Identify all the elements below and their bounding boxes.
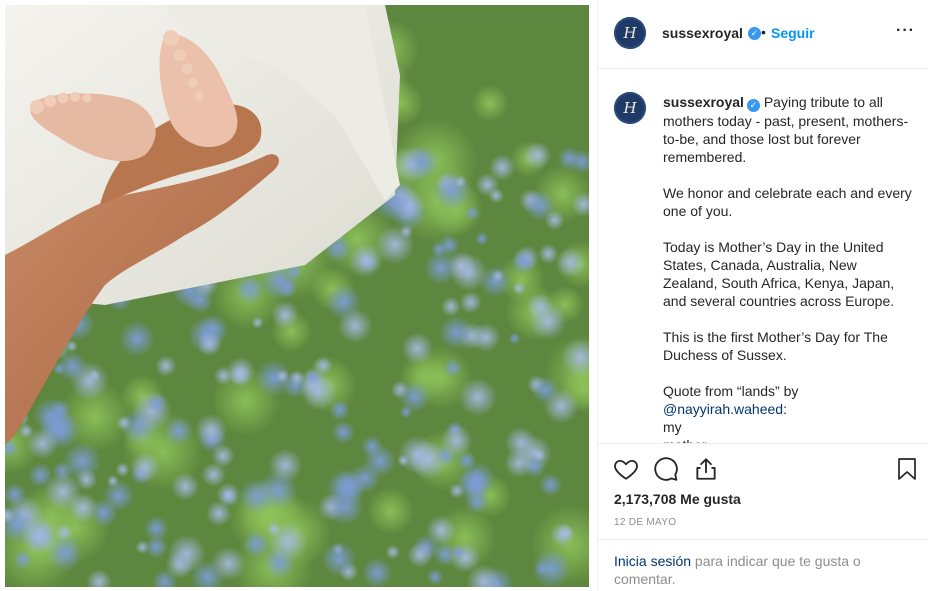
caption-colon: : xyxy=(783,400,787,417)
login-prompt: Inicia sesión para indicar que te gusta … xyxy=(598,539,928,591)
caption-verified-badge-icon: ✓ xyxy=(746,98,760,112)
post-header: H sussexroyal ✓ • Seguir ··· xyxy=(598,0,928,69)
caption-area[interactable]: H sussexroyal ✓ Paying tribute to all mot… xyxy=(598,70,928,444)
caption-paragraph-4: This is the first Mother’s Day for The D… xyxy=(663,328,888,363)
bookmark-icon[interactable] xyxy=(895,456,919,487)
verified-badge-icon: ✓ xyxy=(748,27,761,40)
caption-paragraph-3: Today is Mother’s Day in the United Stat… xyxy=(663,238,895,309)
caption-username[interactable]: sussexroyal xyxy=(663,94,744,110)
follow-button[interactable]: Seguir xyxy=(771,25,815,41)
caption-paragraph-2: We honor and celebrate each and every on… xyxy=(663,184,912,219)
header-separator: • xyxy=(761,24,766,40)
post-side-panel: H sussexroyal ✓ • Seguir ··· H sussexroy… xyxy=(597,0,928,591)
caption-paragraph-1: sussexroyal ✓ Paying tribute to all mothe… xyxy=(663,93,913,166)
login-link[interactable]: Inicia sesión xyxy=(614,553,691,569)
caption-quote-intro: Quote from “lands” by xyxy=(663,382,799,399)
post-date[interactable]: 12 DE MAYO xyxy=(614,517,676,528)
login-text: Inicia sesión para indicar que te gusta … xyxy=(614,552,904,588)
mention-link[interactable]: @nayyirah.waheed xyxy=(663,401,783,417)
caption-avatar[interactable]: H xyxy=(614,92,646,124)
caption-paragraph-5: Quote from “lands” by @nayyirah.waheed: … xyxy=(663,382,913,444)
action-bar xyxy=(598,456,928,484)
caption-quote-line-1: my xyxy=(663,418,682,435)
heart-icon[interactable] xyxy=(613,456,639,487)
avatar[interactable]: H xyxy=(614,17,646,49)
like-count[interactable]: 2,173,708 Me gusta xyxy=(614,491,741,507)
caption-text: sussexroyal ✓ Paying tribute to all mothe… xyxy=(663,93,913,444)
header-username[interactable]: sussexroyal xyxy=(662,25,743,41)
share-icon[interactable] xyxy=(693,456,719,487)
post-image[interactable] xyxy=(5,5,589,587)
post-photo xyxy=(5,5,589,587)
caption-quote-line-2: mother xyxy=(663,436,913,444)
comment-icon[interactable] xyxy=(653,456,679,487)
more-options-icon[interactable]: ··· xyxy=(896,22,915,40)
